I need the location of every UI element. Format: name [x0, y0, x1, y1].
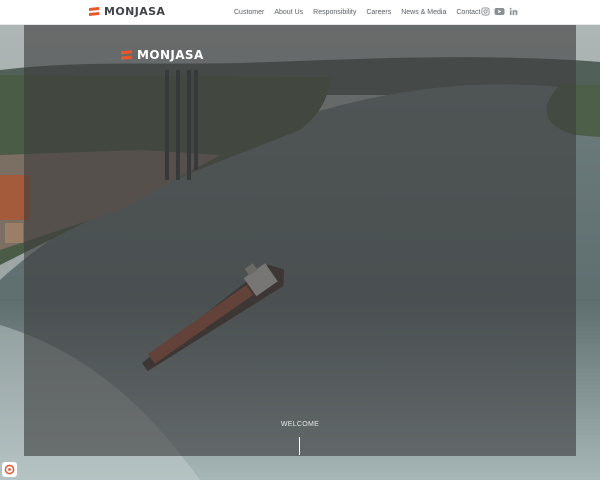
welcome-overlay: MONJASA WELCOME: [24, 25, 576, 456]
monjasa-logo-mark-icon: [89, 6, 99, 16]
social-links: [481, 7, 518, 16]
instagram-icon[interactable]: [481, 7, 490, 16]
scroll-indicator[interactable]: [299, 437, 300, 455]
linkedin-icon[interactable]: [509, 7, 518, 16]
welcome-heading: WELCOME: [280, 421, 320, 428]
nav-contact[interactable]: Contact: [456, 9, 480, 16]
site-logo[interactable]: MONJASA: [88, 5, 165, 18]
nav-news-media[interactable]: News & Media: [401, 9, 446, 16]
main-nav: Customer About Us Responsibility Careers…: [234, 0, 481, 25]
nav-customer[interactable]: Customer: [234, 9, 264, 16]
top-navigation-bar: MONJASA Customer About Us Responsibility…: [0, 0, 600, 25]
cookie-settings-button[interactable]: [2, 462, 17, 477]
logo-wordmark: MONJASA: [104, 5, 166, 18]
nav-about-us[interactable]: About Us: [274, 9, 303, 16]
cookie-settings-icon: [4, 464, 15, 475]
monjasa-logo-mark-icon: [121, 49, 132, 60]
nav-careers[interactable]: Careers: [366, 9, 391, 16]
hero-logo-wordmark: MONJASA: [137, 48, 204, 62]
nav-responsibility[interactable]: Responsibility: [313, 9, 356, 16]
youtube-icon[interactable]: [494, 7, 505, 16]
hero-logo: MONJASA: [120, 48, 204, 62]
